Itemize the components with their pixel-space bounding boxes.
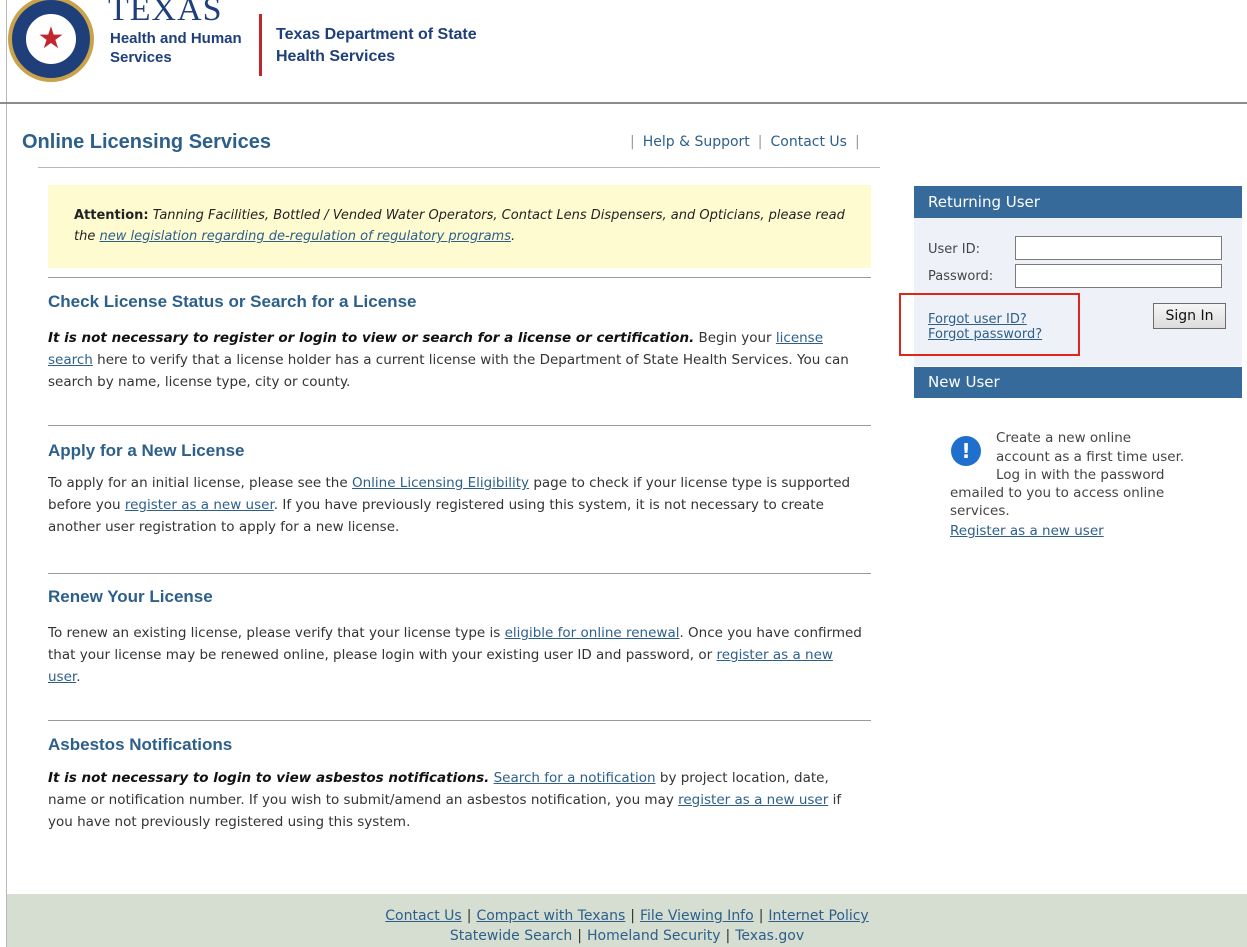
logo-texas-text: TEXAS [108, 0, 223, 28]
user-id-input[interactable] [1015, 236, 1222, 260]
section-title-apply: Apply for a New License [48, 441, 245, 460]
footer-statewide-search-link[interactable]: Statewide Search [450, 928, 572, 944]
online-renewal-link[interactable]: eligible for online renewal [505, 625, 680, 641]
page-title: Online Licensing Services [22, 131, 271, 153]
logo-hhs-text: Health and Human Services [110, 29, 242, 67]
forgot-user-id-link[interactable]: Forgot user ID? [928, 312, 1027, 327]
footer-row-1: Contact Us | Compact with Texans | File View… [7, 908, 1247, 924]
apply-text-1: To apply for an initial license, please … [48, 475, 352, 491]
star-icon: ★ [37, 21, 65, 56]
section-title-renew: Renew Your License [48, 587, 213, 606]
footer-separator: | [758, 908, 764, 924]
title-divider [38, 167, 880, 168]
new-user-text-3: Log in with the password [996, 467, 1165, 483]
logo-divider [259, 14, 262, 76]
link-separator: | [854, 134, 860, 150]
link-separator: | [630, 134, 635, 150]
footer-row-2: Statewide Search | Homeland Security | Texas… [7, 928, 1247, 944]
logo-dshs-text: Texas Department of State Health Service… [276, 24, 477, 68]
user-id-label: User ID: [928, 242, 980, 257]
section-body-asbestos: It is not necessary to login to view asb… [48, 767, 868, 833]
footer-file-viewing-link[interactable]: File Viewing Info [640, 908, 754, 924]
section-body-check: It is not necessary to register or login… [48, 327, 868, 393]
logo-hhs-line1: Health and Human [110, 30, 242, 47]
footer-separator: | [725, 928, 731, 944]
help-support-link[interactable]: Help & Support [643, 134, 750, 150]
returning-user-header: Returning User [914, 186, 1242, 218]
new-user-text-4: emailed to you to access online [950, 485, 1165, 501]
section-title-asbestos: Asbestos Notifications [48, 735, 233, 754]
section-divider [48, 573, 871, 574]
check-bold-text: It is not necessary to register or login… [48, 330, 695, 346]
eligibility-link[interactable]: Online Licensing Eligibility [352, 475, 529, 491]
footer-contact-us-link[interactable]: Contact Us [385, 908, 461, 924]
check-text-2: here to verify that a license holder has… [48, 352, 849, 390]
register-link-asbestos[interactable]: register as a new user [678, 792, 828, 808]
sign-in-button[interactable]: Sign In [1153, 303, 1226, 329]
logo-hhs-line2: Services [110, 49, 172, 66]
new-user-text-5: services. [950, 503, 1010, 519]
info-icon: ! [951, 436, 981, 466]
section-title-check: Check License Status or Search for a Lic… [48, 292, 417, 311]
footer-texas-gov-link[interactable]: Texas.gov [735, 928, 804, 944]
password-label: Password: [928, 269, 994, 284]
register-link-apply[interactable]: register as a new user [125, 497, 274, 513]
top-links: | Help & Support | Contact Us | [622, 134, 868, 150]
section-body-apply: To apply for an initial license, please … [48, 472, 868, 538]
section-divider [48, 277, 871, 278]
seal-center: ★ [24, 12, 78, 66]
site-footer: Contact Us | Compact with Texans | File View… [7, 894, 1247, 947]
new-user-text-1: Create a new online [996, 430, 1132, 446]
attention-label: Attention: [74, 208, 149, 223]
logo-dshs-line2: Health Services [276, 48, 396, 65]
forgot-password-link[interactable]: Forgot password? [928, 327, 1042, 342]
attention-end: . [510, 229, 516, 244]
password-input[interactable] [1015, 264, 1222, 288]
link-separator: | [757, 134, 763, 150]
renew-text-1: To renew an existing license, please ver… [48, 625, 505, 641]
contact-us-link[interactable]: Contact Us [771, 134, 847, 150]
section-divider [48, 720, 871, 721]
logo-dshs-line1: Texas Department of State [276, 26, 477, 43]
footer-internet-policy-link[interactable]: Internet Policy [768, 908, 868, 924]
register-new-user-link[interactable]: Register as a new user [950, 523, 1104, 539]
deregulation-link[interactable]: new legislation regarding de-regulation … [99, 229, 511, 244]
left-border [6, 0, 7, 947]
footer-separator: | [466, 908, 472, 924]
footer-separator: | [577, 928, 583, 944]
section-divider [48, 425, 871, 426]
texas-seal-logo: ★ [8, 0, 94, 82]
section-body-renew: To renew an existing license, please ver… [48, 622, 868, 688]
footer-homeland-security-link[interactable]: Homeland Security [587, 928, 721, 944]
new-user-header: New User [914, 367, 1242, 398]
footer-compact-link[interactable]: Compact with Texans [476, 908, 625, 924]
check-text-1: Begin your [694, 330, 776, 346]
new-user-text-2: account as a first time user. [996, 449, 1185, 465]
asbestos-bold-text: It is not necessary to login to view asb… [48, 770, 490, 786]
notification-search-link[interactable]: Search for a notification [494, 770, 656, 786]
attention-notice: Attention: Tanning Facilities, Bottled /… [48, 185, 871, 268]
renew-text-3: . [76, 669, 81, 685]
site-header: ★ TEXAS Health and Human Services Texas … [0, 0, 1247, 104]
footer-separator: | [630, 908, 635, 924]
